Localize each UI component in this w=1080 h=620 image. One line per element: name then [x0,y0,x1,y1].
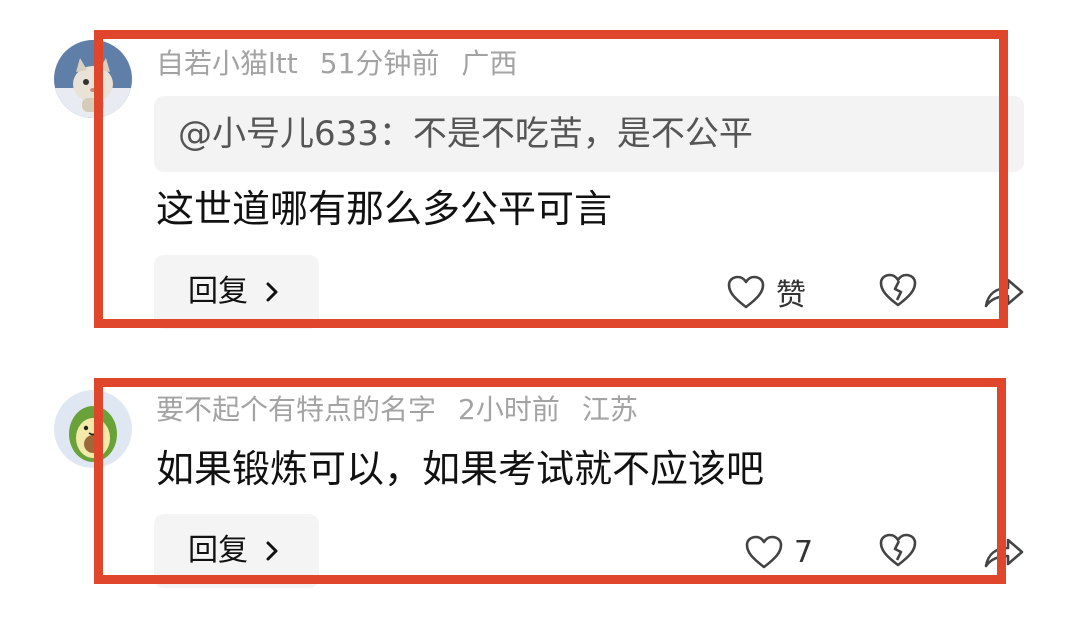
user-avatar[interactable] [54,390,132,468]
dislike-button[interactable] [878,532,918,572]
reply-label: 回复 [188,274,248,309]
broken-heart-icon [879,533,917,567]
like-button[interactable]: 赞 [726,262,806,322]
location: 广西 [461,47,518,80]
heart-outline-icon [727,275,765,309]
like-button[interactable]: 7 [744,522,813,582]
share-button[interactable] [982,532,1026,576]
quoted-reply[interactable]: @小号儿633：不是不吃苦，是不公平 [154,96,1024,172]
like-count: 7 [794,534,814,570]
reply-button[interactable]: 回复 [154,514,319,588]
like-label: 赞 [776,278,806,313]
timestamp: 2小时前 [458,393,560,426]
reply-button[interactable]: 回复 [154,255,319,329]
share-button[interactable] [982,272,1026,316]
chevron-right-icon [266,541,278,561]
dislike-button[interactable] [878,272,918,312]
user-avatar[interactable] [54,40,132,118]
comment-meta: 要不起个有特点的名字 2小时前 江苏 [156,390,660,430]
username[interactable]: 要不起个有特点的名字 [156,393,436,426]
username[interactable]: 自若小猫ltt [156,47,298,80]
broken-heart-icon [879,273,917,307]
timestamp: 51分钟前 [319,47,440,80]
comment-text: 这世道哪有那么多公平可言 [156,187,613,231]
heart-outline-icon [745,535,783,569]
share-arrow-icon [984,278,1024,308]
cat-avatar-icon [54,40,132,118]
comment-item: 自若小猫ltt 51分钟前 广西 @小号儿633：不是不吃苦，是不公平 这世道哪有那… [0,0,1080,340]
reply-label: 回复 [188,533,248,568]
avocado-avatar-icon [54,390,132,468]
share-arrow-icon [984,538,1024,568]
location: 江苏 [581,393,638,426]
comment-text: 如果锻炼可以，如果考试就不应该吧 [156,447,765,491]
chevron-right-icon [266,282,278,302]
comment-item: 要不起个有特点的名字 2小时前 江苏 如果锻炼可以，如果考试就不应该吧 回复 7 [0,350,1080,620]
comment-meta: 自若小猫ltt 51分钟前 广西 [156,44,539,84]
